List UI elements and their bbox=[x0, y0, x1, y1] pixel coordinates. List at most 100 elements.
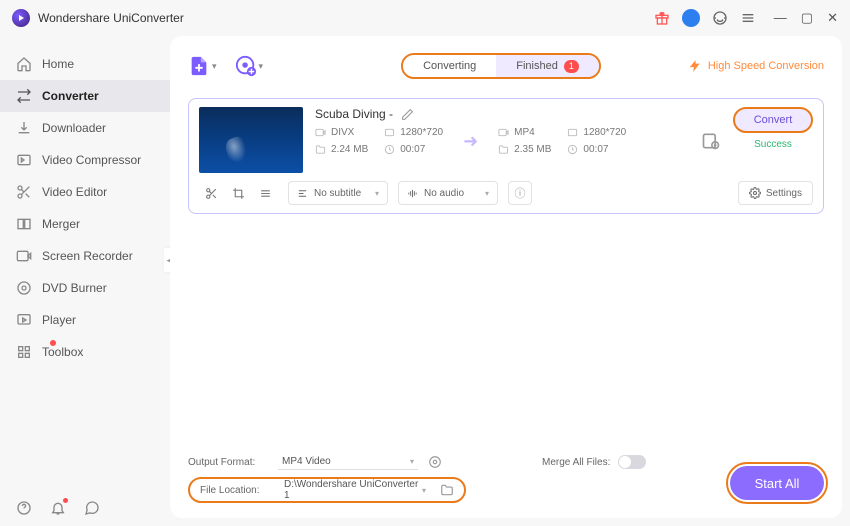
sidebar-item-label: Video Editor bbox=[42, 185, 107, 199]
file-name: Scuba Diving - bbox=[315, 107, 393, 121]
bell-icon[interactable] bbox=[50, 500, 66, 516]
target-format: MP4 bbox=[514, 127, 535, 138]
open-folder-icon[interactable] bbox=[440, 483, 454, 497]
caret-down-icon: ▾ bbox=[212, 61, 217, 72]
add-file-button[interactable]: ▾ bbox=[188, 55, 217, 77]
sidebar-item-label: Downloader bbox=[42, 121, 106, 135]
lightning-icon bbox=[688, 59, 702, 73]
app-logo-icon bbox=[12, 9, 30, 27]
support-icon[interactable] bbox=[712, 10, 728, 26]
add-disc-icon bbox=[235, 55, 257, 77]
settings-button[interactable]: Settings bbox=[738, 181, 813, 205]
user-avatar-icon[interactable] bbox=[682, 9, 700, 27]
start-all-button[interactable]: Start All bbox=[730, 466, 824, 500]
sidebar-item-label: Converter bbox=[42, 89, 99, 103]
convert-button[interactable]: Convert bbox=[733, 107, 813, 133]
finished-count-badge: 1 bbox=[564, 60, 579, 73]
minimize-button[interactable]: — bbox=[774, 10, 787, 26]
file-location-select[interactable]: D:\Wondershare UniConverter 1 ▾ bbox=[280, 477, 430, 503]
sidebar-item-player[interactable]: Player bbox=[0, 304, 170, 336]
compressor-icon bbox=[16, 152, 32, 168]
add-file-icon bbox=[188, 55, 210, 77]
help-icon[interactable] bbox=[16, 500, 32, 516]
sidebar: Home Converter Downloader Video Compress… bbox=[0, 36, 170, 526]
play-icon bbox=[16, 312, 32, 328]
crop-icon[interactable] bbox=[232, 187, 245, 200]
footer: Output Format: MP4 Video ▾ Merge All Fil… bbox=[188, 438, 824, 504]
subtitle-select[interactable]: No subtitle ▾ bbox=[288, 181, 388, 205]
status-text: Success bbox=[754, 139, 792, 150]
sidebar-item-label: Merger bbox=[42, 217, 80, 231]
maximize-button[interactable]: ▢ bbox=[801, 10, 813, 26]
format-settings-icon[interactable] bbox=[428, 455, 442, 469]
arrow-right-icon: ➜ bbox=[459, 131, 482, 152]
subtitle-icon bbox=[297, 188, 308, 199]
gear-icon bbox=[749, 187, 761, 199]
sidebar-item-label: Screen Recorder bbox=[42, 249, 133, 263]
menu-icon[interactable] bbox=[740, 10, 756, 26]
download-icon bbox=[16, 120, 32, 136]
sidebar-item-label: Toolbox bbox=[42, 345, 83, 359]
high-speed-conversion-button[interactable]: High Speed Conversion bbox=[688, 59, 824, 73]
main-panel: ▾ ▾ Converting Finished 1 High Speed Con… bbox=[170, 36, 842, 518]
sidebar-item-label: Video Compressor bbox=[42, 153, 141, 167]
trim-icon[interactable] bbox=[205, 187, 218, 200]
disc-icon bbox=[16, 280, 32, 296]
sidebar-item-label: Player bbox=[42, 313, 76, 327]
resolution-icon bbox=[384, 127, 395, 138]
sidebar-item-recorder[interactable]: Screen Recorder bbox=[0, 240, 170, 272]
source-size: 2.24 MB bbox=[331, 144, 368, 155]
more-icon[interactable] bbox=[259, 187, 272, 200]
merger-icon bbox=[16, 216, 32, 232]
output-format-label: Output Format: bbox=[188, 457, 268, 468]
home-icon bbox=[16, 56, 32, 72]
folder-icon bbox=[315, 144, 326, 155]
titlebar: Wondershare UniConverter — ▢ ✕ bbox=[0, 0, 850, 36]
source-format: DIVX bbox=[331, 127, 354, 138]
status-tabs: Converting Finished 1 bbox=[401, 53, 601, 79]
sidebar-item-toolbox[interactable]: Toolbox bbox=[0, 336, 170, 368]
speed-info-button[interactable]: ⓘ bbox=[508, 181, 532, 205]
clock-icon bbox=[384, 144, 395, 155]
sidebar-item-downloader[interactable]: Downloader bbox=[0, 112, 170, 144]
output-format-select[interactable]: MP4 Video ▾ bbox=[278, 454, 418, 470]
sidebar-item-label: DVD Burner bbox=[42, 281, 107, 295]
tab-finished[interactable]: Finished 1 bbox=[496, 55, 599, 77]
close-button[interactable]: ✕ bbox=[827, 10, 838, 26]
file-location-label: File Location: bbox=[200, 485, 270, 496]
recorder-icon bbox=[16, 248, 32, 264]
file-settings-icon[interactable] bbox=[701, 131, 721, 151]
scissors-icon bbox=[16, 184, 32, 200]
merge-toggle[interactable] bbox=[618, 455, 646, 469]
sidebar-item-dvd[interactable]: DVD Burner bbox=[0, 272, 170, 304]
sidebar-item-merger[interactable]: Merger bbox=[0, 208, 170, 240]
audio-icon bbox=[407, 188, 418, 199]
resolution-icon bbox=[567, 127, 578, 138]
caret-down-icon: ▾ bbox=[259, 61, 264, 72]
toolbox-icon bbox=[16, 344, 32, 360]
sidebar-item-compressor[interactable]: Video Compressor bbox=[0, 144, 170, 176]
sidebar-item-label: Home bbox=[42, 57, 74, 71]
merge-label: Merge All Files: bbox=[542, 457, 610, 468]
add-url-button[interactable]: ▾ bbox=[235, 55, 264, 77]
folder-icon bbox=[498, 144, 509, 155]
clock-icon bbox=[567, 144, 578, 155]
sidebar-item-home[interactable]: Home bbox=[0, 48, 170, 80]
file-card: Scuba Diving - DIVX 2.24 MB 1280*720 00:… bbox=[188, 98, 824, 214]
source-duration: 00:07 bbox=[400, 144, 425, 155]
sidebar-item-editor[interactable]: Video Editor bbox=[0, 176, 170, 208]
converter-icon bbox=[16, 88, 32, 104]
target-size: 2.35 MB bbox=[514, 144, 551, 155]
video-icon bbox=[315, 127, 326, 138]
sidebar-item-converter[interactable]: Converter bbox=[0, 80, 170, 112]
target-resolution: 1280*720 bbox=[583, 127, 626, 138]
edit-name-icon[interactable] bbox=[401, 108, 414, 121]
video-thumbnail[interactable] bbox=[199, 107, 303, 173]
feedback-icon[interactable] bbox=[84, 500, 100, 516]
app-title: Wondershare UniConverter bbox=[38, 11, 184, 25]
gift-icon[interactable] bbox=[654, 10, 670, 26]
tab-converting[interactable]: Converting bbox=[403, 55, 496, 77]
audio-select[interactable]: No audio ▾ bbox=[398, 181, 498, 205]
video-icon bbox=[498, 127, 509, 138]
notification-dot-icon bbox=[50, 340, 56, 346]
